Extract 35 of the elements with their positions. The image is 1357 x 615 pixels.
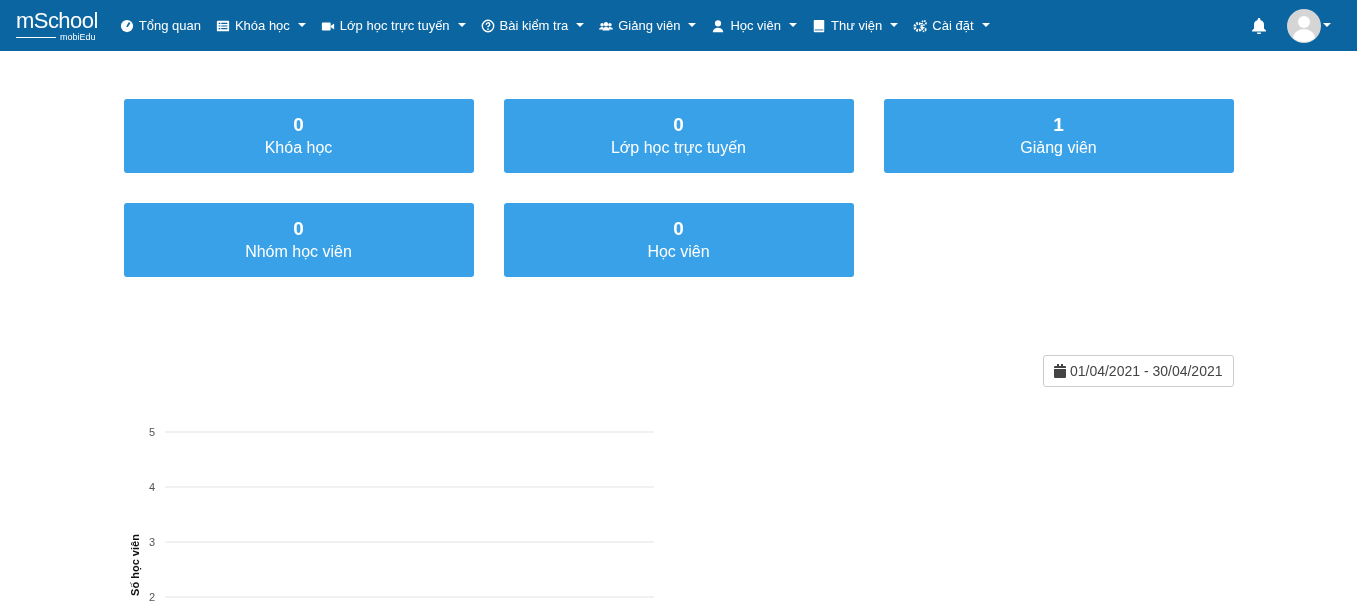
- stat-value: 0: [673, 217, 684, 241]
- user-icon: [711, 18, 726, 33]
- stat-value: 1: [1053, 113, 1064, 137]
- y-tick-label: 4: [148, 481, 155, 493]
- stat-label: Học viên: [647, 242, 710, 262]
- nav-menu-item[interactable]: Thư viện: [811, 15, 899, 36]
- stat-label: Khóa học: [264, 138, 333, 158]
- nav-menu-item[interactable]: Học viên: [711, 15, 797, 36]
- y-tick-label: 2: [148, 591, 155, 603]
- date-range-button[interactable]: 01/04/2021 - 30/04/2021: [1042, 355, 1234, 387]
- nav-menu-item[interactable]: Khóa học: [215, 15, 306, 36]
- question-icon: [480, 18, 495, 33]
- nav-menu-item[interactable]: Tổng quan: [119, 15, 201, 36]
- stat-label: Giảng viên: [1020, 138, 1097, 158]
- y-tick-label: 5: [148, 426, 155, 438]
- nav-menu-item[interactable]: Giảng viên: [599, 15, 697, 36]
- nav-menu-item[interactable]: Bài kiểm tra: [480, 15, 585, 36]
- caret-icon: [1323, 23, 1331, 28]
- stat-label: Lớp học trực tuyến: [610, 138, 746, 158]
- y-tick-label: 3: [148, 536, 155, 548]
- calendar-icon: [1053, 364, 1066, 378]
- logo[interactable]: mSchool mobiEdu: [16, 9, 98, 42]
- stat-value: 0: [293, 217, 304, 241]
- nav-menu-item[interactable]: Cài đặt: [913, 15, 990, 36]
- bell-icon[interactable]: [1251, 17, 1267, 34]
- stat-label: Nhóm học viên: [245, 242, 352, 262]
- list-icon: [215, 18, 230, 33]
- stat-value: 0: [293, 113, 304, 137]
- book-icon: [811, 18, 826, 33]
- gauge-icon: [119, 18, 134, 33]
- avatar-icon: [1287, 8, 1321, 43]
- stat-value: 0: [673, 113, 684, 137]
- nav-menu-item[interactable]: Lớp học trực tuyến: [320, 15, 466, 36]
- y-axis-title: Số học viên: [128, 534, 141, 596]
- user-menu[interactable]: [1287, 8, 1331, 43]
